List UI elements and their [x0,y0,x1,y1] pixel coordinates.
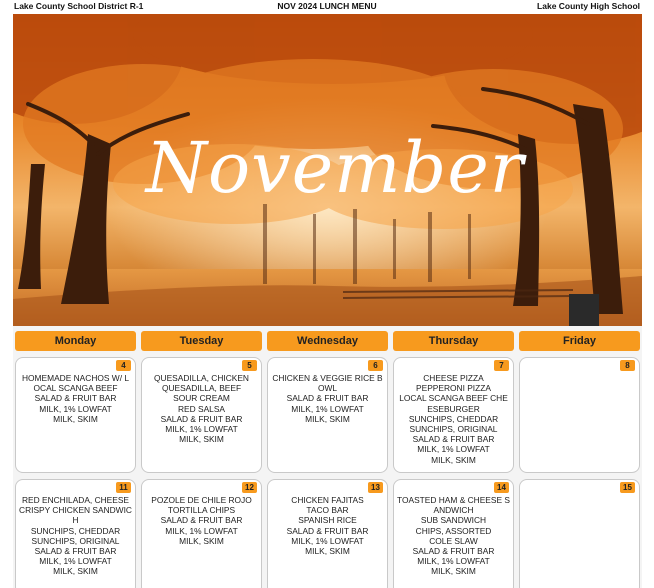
menu-items: TOASTED HAM & CHEESE SANDWICH SUB SANDWIC… [397,495,510,577]
page-header: Lake County School District R-1 NOV 2024… [0,0,654,14]
menu-item: MILK, SKIM [179,535,224,546]
date-badge: 15 [620,482,635,493]
day-cell: 7 CHEESE PIZZA PEPPERONI PIZZA LOCAL SCANGA… [393,357,514,473]
menu-item: HOMEMADE NACHOS W/ LOCAL SCANGA BEEF [21,373,130,394]
date-badge: 4 [116,360,131,371]
school-name: Lake County High School [537,1,640,11]
menu-item: POZOLE DE CHILE ROJO [151,495,252,505]
menu-item: MILK, SKIM [431,454,476,465]
menu-item: MILK, SKIM [179,434,224,445]
menu-item: TACO BAR [306,505,349,516]
autumn-park-illustration: November [13,14,642,326]
day-header-thursday: Thursday [393,331,514,351]
menu-item: SUNCHIPS, CHEDDAR [30,525,121,536]
menu-item: SUB SANDWICH [420,515,487,526]
menu-item: CRISPY CHICKEN SANDWICH [19,505,132,526]
menu-item: SALAD & FRUIT BAR [286,393,369,404]
day-cell: 14 TOASTED HAM & CHEESE SANDWICH SUB SANDW… [393,479,514,588]
day-cell: 8 [519,357,640,473]
menu-item: CHICKEN FAJITAS [291,495,364,505]
day-cell: 12 POZOLE DE CHILE ROJO TORTILLA CHIPS SALA… [141,479,262,588]
day-cell: 13 CHICKEN FAJITAS TACO BAR SPANISH RICE SAL… [267,479,388,588]
menu-items: CHICKEN FAJITAS TACO BAR SPANISH RICE SALAD… [271,495,384,556]
menu-items: CHICKEN & VEGGIE RICE BOWL SALAD & FRUIT … [271,373,384,424]
hero-image: November [13,14,642,326]
day-cell: 11 RED ENCHILADA, CHEESE CRISPY CHICKEN SA… [15,479,136,588]
date-badge: 14 [494,482,509,493]
menu-item: MILK, SKIM [305,546,350,557]
menu-item: COLE SLAW [429,535,478,546]
menu-item: SUNCHIPS, ORIGINAL [31,535,120,546]
menu-item: TOASTED HAM & CHEESE SANDWICH [397,495,510,516]
menu-item: MILK, 1% LOWFAT [417,444,490,455]
menu-item: MILK, SKIM [431,566,476,577]
date-badge: 7 [494,360,509,371]
menu-items: QUESADILLA, CHICKEN QUESADILLA, BEEF SOUR … [145,373,258,444]
menu-item: MILK, 1% LOWFAT [291,403,364,414]
menu-item: MILK, SKIM [305,413,350,424]
date-badge: 8 [620,360,635,371]
day-cell: 4 HOMEMADE NACHOS W/ LOCAL SCANGA BEEF SAL… [15,357,136,473]
menu-item: PEPPERONI PIZZA [416,383,491,394]
date-badge: 5 [242,360,257,371]
menu-item: SUNCHIPS, CHEDDAR [408,413,499,424]
day-cell: 6 CHICKEN & VEGGIE RICE BOWL SALAD & FRUIT… [267,357,388,473]
menu-item: SPANISH RICE [298,515,357,526]
date-badge: 11 [116,482,131,493]
date-badge: 13 [368,482,383,493]
menu-item: MILK, 1% LOWFAT [165,424,238,435]
menu-item: QUESADILLA, CHICKEN [154,373,249,383]
day-cell: 15 [519,479,640,588]
day-header-monday: Monday [15,331,136,351]
menu-item: SALAD & FRUIT BAR [286,525,369,536]
day-header-tuesday: Tuesday [141,331,262,351]
day-header-friday: Friday [519,331,640,351]
menu-item: SUNCHIPS, ORIGINAL [409,424,498,435]
menu-item: MILK, 1% LOWFAT [291,535,364,546]
menu-item: TORTILLA CHIPS [167,505,236,516]
menu-item: MILK, SKIM [53,566,98,577]
menu-item: LOCAL SCANGA BEEF CHEESEBURGER [399,393,508,414]
menu-item: CHICKEN & VEGGIE RICE BOWL [272,373,383,394]
menu-item: SOUR CREAM [173,393,230,404]
day-header-wednesday: Wednesday [267,331,388,351]
menu-item: RED SALSA [177,403,225,414]
menu-item: CHIPS, ASSORTED [415,525,492,536]
menu-item: SALAD & FRUIT BAR [412,546,495,557]
menu-item: SALAD & FRUIT BAR [160,413,243,424]
menu-item: SALAD & FRUIT BAR [160,515,243,526]
date-badge: 12 [242,482,257,493]
menu-item: MILK, 1% LOWFAT [417,556,490,567]
date-badge: 6 [368,360,383,371]
menu-item: CHEESE PIZZA [423,373,484,383]
menu-item: MILK, 1% LOWFAT [39,403,112,414]
menu-items: HOMEMADE NACHOS W/ LOCAL SCANGA BEEF SALA… [19,373,132,424]
menu-item: SALAD & FRUIT BAR [34,393,117,404]
menu-item: SALAD & FRUIT BAR [412,434,495,445]
menu-items: POZOLE DE CHILE ROJO TORTILLA CHIPS SALAD … [145,495,258,546]
menu-item: QUESADILLA, BEEF [161,383,242,394]
menu-item: MILK, SKIM [53,413,98,424]
menu-item: SALAD & FRUIT BAR [34,546,117,557]
menu-item: RED ENCHILADA, CHEESE [21,495,130,505]
menu-item: MILK, 1% LOWFAT [165,525,238,536]
month-script-title: November [144,127,527,209]
menu-item: MILK, 1% LOWFAT [39,556,112,567]
menu-items: RED ENCHILADA, CHEESE CRISPY CHICKEN SAND… [19,495,132,577]
day-cell: 5 QUESADILLA, CHICKEN QUESADILLA, BEEF SOUR… [141,357,262,473]
menu-items: CHEESE PIZZA PEPPERONI PIZZA LOCAL SCANGA … [397,373,510,465]
